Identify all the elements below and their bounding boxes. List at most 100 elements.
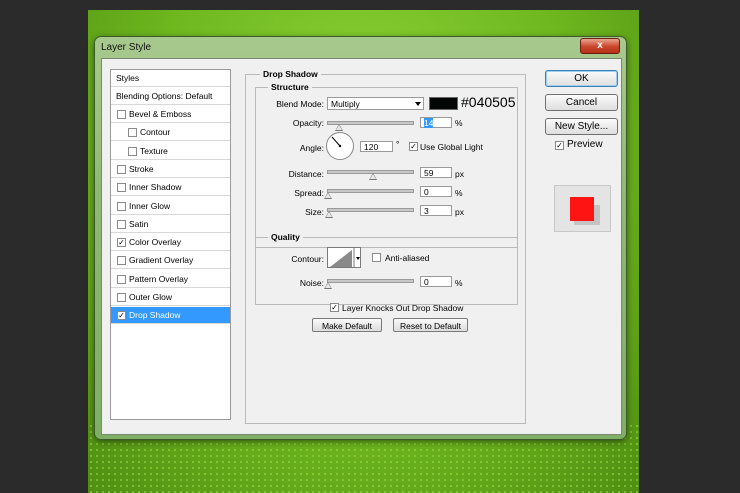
style-item-checkbox[interactable] [117, 274, 126, 284]
style-item-checkbox[interactable] [117, 293, 126, 302]
style-item-label: Outer Glow [129, 292, 172, 302]
style-item-inner-glow[interactable]: Inner Glow [111, 198, 230, 215]
style-item-checkbox[interactable] [117, 110, 126, 119]
style-item-checkbox[interactable] [128, 146, 137, 156]
close-button[interactable]: x [580, 38, 620, 54]
noise-slider-thumb[interactable] [324, 282, 332, 289]
noise-label: Noise: [299, 278, 324, 288]
distance-slider-thumb[interactable] [369, 173, 377, 180]
distance-value: 59 [424, 168, 434, 178]
size-slider[interactable] [327, 208, 414, 212]
style-item-label: Gradient Overlay [129, 255, 194, 266]
style-item-label: Pattern Overlay [129, 273, 189, 284]
preview-thumbnail [554, 185, 611, 232]
size-label: Size: [305, 207, 324, 217]
noise-slider[interactable] [327, 279, 414, 283]
structure-group: Structure [255, 82, 518, 248]
style-item-label: Inner Shadow [129, 182, 182, 193]
style-item-checkbox[interactable] [128, 128, 137, 138]
blend-mode-select[interactable]: Multiply [327, 97, 424, 110]
blend-mode-label: Blend Mode: [276, 99, 324, 109]
distance-unit: px [455, 169, 464, 179]
style-item-drop-shadow[interactable]: ✓ Drop Shadow [111, 307, 230, 325]
style-item-label: Satin [129, 218, 149, 229]
new-style-button[interactable]: New Style... [545, 118, 618, 135]
spread-slider-thumb[interactable] [324, 192, 332, 199]
style-item-satin[interactable]: Satin [111, 216, 230, 233]
styles-header[interactable]: Styles [111, 70, 230, 87]
style-item-stroke[interactable]: Stroke [111, 161, 230, 178]
quality-group: Quality [255, 232, 518, 305]
style-item-bevel-emboss[interactable]: Bevel & Emboss [111, 106, 230, 123]
noise-input[interactable]: 0 [420, 276, 452, 287]
style-item-inner-shadow[interactable]: Inner Shadow [111, 179, 230, 197]
style-item-gradient-overlay[interactable]: Gradient Overlay [111, 252, 230, 270]
size-value: 3 [424, 206, 429, 216]
angle-dial-needle-icon [331, 136, 342, 148]
spread-slider[interactable] [327, 189, 414, 193]
angle-unit: ° [396, 139, 400, 149]
anti-aliased-label: Anti-aliased [385, 253, 430, 263]
opacity-label: Opacity: [292, 118, 324, 128]
use-global-light-checkbox[interactable]: ✓ [409, 142, 418, 151]
style-item-label: Color Overlay [129, 237, 181, 248]
ok-button[interactable]: OK [545, 70, 618, 87]
style-item-label: Contour [140, 127, 171, 138]
title-bar[interactable]: Layer Style x [95, 37, 626, 58]
distance-label: Distance: [288, 169, 324, 179]
chevron-down-icon [415, 102, 421, 106]
angle-dial[interactable] [326, 132, 354, 160]
preview-checkbox[interactable]: ✓ [555, 141, 564, 150]
size-unit: px [455, 207, 464, 217]
structure-title: Structure [268, 82, 312, 92]
style-item-pattern-overlay[interactable]: Pattern Overlay [111, 271, 230, 288]
dialog-title: Layer Style [101, 42, 152, 53]
style-item-label: Stroke [129, 163, 154, 174]
style-item-checkbox[interactable]: ✓ [117, 311, 126, 321]
blend-mode-value: Multiply [331, 99, 360, 109]
opacity-slider-thumb[interactable] [335, 124, 343, 131]
cancel-button[interactable]: Cancel [545, 94, 618, 111]
anti-aliased-checkbox[interactable] [372, 253, 381, 262]
make-default-button[interactable]: Make Default [312, 318, 382, 332]
layer-style-dialog: Layer Style x Styles Blending Options: D… [95, 37, 626, 439]
size-slider-thumb[interactable] [325, 211, 333, 218]
preview-label: Preview [567, 139, 603, 150]
blending-options-item[interactable]: Blending Options: Default [111, 88, 230, 105]
reset-to-default-button[interactable]: Reset to Default [393, 318, 468, 332]
style-item-checkbox[interactable] [117, 256, 126, 266]
angle-label: Angle: [299, 143, 324, 153]
noise-value: 0 [424, 277, 429, 287]
layer-knocks-out-checkbox[interactable]: ✓ [330, 303, 339, 312]
spread-input[interactable]: 0 [420, 186, 452, 197]
style-item-outer-glow[interactable]: Outer Glow [111, 289, 230, 306]
opacity-value: 14 [424, 118, 434, 128]
styles-header-label: Styles [116, 73, 140, 83]
style-item-checkbox[interactable] [117, 201, 126, 211]
opacity-unit: % [455, 118, 463, 128]
style-item-label: Drop Shadow [129, 310, 181, 321]
styles-list: Styles Blending Options: Default Bevel &… [110, 69, 231, 420]
distance-input[interactable]: 59 [420, 167, 452, 178]
style-item-checkbox[interactable] [117, 164, 126, 174]
contour-picker[interactable] [327, 247, 361, 268]
spread-unit: % [455, 188, 463, 198]
style-item-label: Bevel & Emboss [129, 109, 192, 119]
preview-swatch [570, 197, 594, 221]
noise-unit: % [455, 278, 463, 288]
style-item-checkbox[interactable] [117, 183, 126, 193]
linear-contour-icon [330, 248, 360, 267]
style-item-contour[interactable]: Contour [111, 124, 230, 142]
spread-value: 0 [424, 187, 429, 197]
shadow-color-swatch[interactable] [429, 97, 458, 110]
style-item-checkbox[interactable]: ✓ [117, 238, 126, 248]
shadow-color-hex: #040505 [461, 94, 516, 110]
style-item-checkbox[interactable] [117, 219, 126, 229]
opacity-input[interactable]: 14 [420, 117, 452, 128]
style-item-texture[interactable]: Texture [111, 143, 230, 160]
angle-input[interactable]: 120 [360, 141, 393, 152]
contour-label: Contour: [291, 254, 324, 264]
use-global-light-label: Use Global Light [420, 142, 483, 152]
size-input[interactable]: 3 [420, 205, 452, 216]
style-item-color-overlay[interactable]: ✓ Color Overlay [111, 234, 230, 252]
